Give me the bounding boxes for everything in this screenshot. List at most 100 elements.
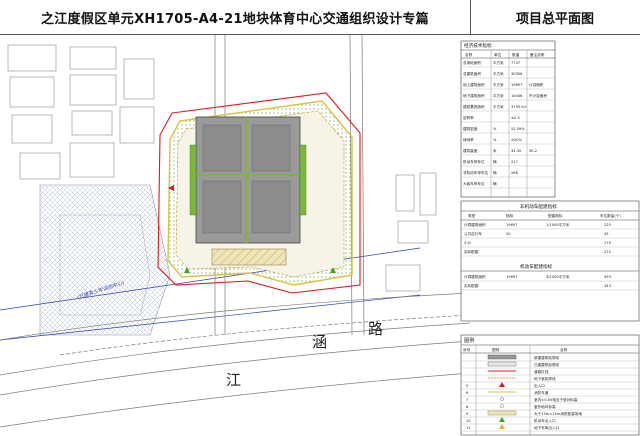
park-col-ratio: 配建指标 [548,213,563,218]
tech-cell: 容积率 [463,115,474,120]
legend-symbol [487,361,517,367]
neighbouring-buildings [7,44,155,180]
legend-item-name: 新建建筑轮廓线 [534,355,560,360]
parking-table: 非机动车配建指标 类型 指标 配建指标 车位数量(个) 计算建筑面积 19697 1… [460,200,640,322]
tech-cell: 辆 [493,170,497,175]
tech-cell: 平方米 [493,71,504,76]
tech-cell: 非机动车停车位 [463,170,489,175]
legend-item-name: 已建建筑轮廓线 [534,362,560,367]
tech-cell: 总建筑面积 [463,71,481,76]
parking-cell: 计算建筑面积 [464,222,486,227]
parking-cell: 272 [604,250,611,254]
parking-cell: 19697 [506,275,517,279]
right-side-buildings [385,172,437,292]
tech-cell: 19697 [511,83,522,87]
parking-cell: 实际配建 [464,249,479,254]
tech-cell: 辆 [493,181,497,186]
tech-cell: 52.59% [511,127,525,131]
parking-cell: 270 [604,241,612,245]
road-label-1: 江 [226,371,241,389]
parking-cell: 实际配建 [464,283,479,288]
tech-col-note: 备注说明 [530,52,545,57]
road-label-3: 路 [368,320,383,338]
drawing-title: 之江度假区单元XH1705-A4-21地块体育中心交通组织设计专篇 [0,0,471,34]
tech-cell: 大客车停车位 [463,181,485,186]
tech-cell: 建筑高度 [463,148,478,153]
drawing-name: 项目总平面图 [515,11,594,27]
parking-second-title: 机动车配建指标 [520,263,553,270]
tech-col-value: 数值 [512,52,520,57]
parking-cell: 计算建筑面积 [464,274,486,279]
park-col-index: 指标 [506,213,514,218]
legend-title: 图例 [464,336,474,344]
tech-cell: ≥20% [511,138,523,142]
parking-cell: 225 [604,223,611,227]
parking-table-title: 非机动车配建指标 [520,203,557,210]
tech-col-unit: 单位 [494,52,502,57]
legend-item-name: 消防车道 [534,390,549,395]
legend-col-name: 名称 [560,347,568,352]
legend-number: 10 [466,419,471,423]
tech-cell: 地上建筑面积 [463,82,485,87]
parking-cell: 1/1000平方米 [546,222,570,227]
parking-cell: 小计 [464,240,472,245]
youth-activity-centre [39,184,171,336]
legend-item-name: 室内±0.00相当于绝对标高 [534,397,578,402]
tech-cell: % [493,138,497,142]
legend-number: 11 [466,426,471,430]
legend-item-name: 室外地坪标高 [534,404,556,409]
tech-cell: 绿地率 [463,137,474,142]
tech-cell: 总用地面积 [463,60,481,65]
legend-col-symbol: 图例 [492,347,500,352]
tech-cell: 30.2 [529,149,537,153]
tech-cell: 平方米 [493,104,504,109]
new-building [189,116,307,244]
legend-item-name: 机动车出入口 [534,418,556,423]
parking-cell: 20 [506,232,511,236]
tech-cell: 平方米 [493,60,504,65]
tech-table-title: 经济技术指标 [464,42,492,49]
tech-cell: 3759.54 [511,105,527,109]
parking-cell: 公共自行车 [464,231,482,236]
site-plan: (已建青少年活动中心) 江 涵 路 经济技术指标 名称 单位 数值 备注说明 总… [0,35,640,436]
tech-cell: 34.30 [511,149,522,153]
legend-number: 5 [466,384,468,388]
legend-item-name: 道路红线 [534,369,549,374]
tech-cell: 30356 [511,72,523,76]
tech-cell: ≤2.5 [511,116,520,120]
tech-table: 经济技术指标 名称 单位 数值 备注说明 总用地面积 平方米 7737总建筑面积 平方… [460,40,556,198]
tech-cell: 7737 [511,61,520,65]
legend-number: 7 [466,398,468,402]
legend-col-no: 序号 [463,347,471,352]
tech-cell: % [493,127,497,131]
parking-cell: 493 [604,275,611,279]
tech-cell: 米 [493,148,497,153]
tech-cell: 辆 [493,159,497,164]
park-col-count: 车位数量(个) [600,213,621,218]
tech-cell: 227 [511,160,518,164]
title-bar: 之江度假区单元XH1705-A4-21地块体育中心交通组织设计专篇 项目总平面图 [0,0,640,35]
legend-symbol [487,410,517,416]
tech-col-name: 名称 [465,52,473,57]
legend-item-name: 大于15m×15m消防登高场地 [534,411,582,416]
parking-cell: 343 [604,284,611,288]
tech-cell: 10446 [511,94,523,98]
legend-item-name: 地下车库出入口 [534,425,560,430]
tech-cell: 平方米 [493,82,504,87]
legend-item-name: 地下室轮廓线 [534,376,556,381]
parking-cell: 3/1000平方米 [546,274,570,279]
parking-cell: 45 [604,232,609,236]
parking-cell: 19697 [506,223,517,227]
tech-cell: 不计容面积 [529,93,547,98]
tech-cell: 268 [511,171,519,175]
tech-cell: 机动车停车位 [463,159,485,164]
legend-symbol [487,354,517,360]
tech-cell: 建筑基底面积 [463,104,485,109]
legend-item-name: 出入口 [534,383,545,388]
tech-cell: 计容面积 [529,82,544,87]
tech-cell: 平方米 [493,93,504,98]
park-col-type: 类型 [468,213,476,218]
tech-cell: 建筑密度 [463,126,478,131]
legend-table: 图例 序号 图例 名称 新建建筑轮廓线已建建筑轮廓线道路红线地下室轮廓线 5 出入口… [460,334,640,436]
drawing-sheet: 之江度假区单元XH1705-A4-21地块体育中心交通组织设计专篇 项目总平面图 [0,0,640,436]
